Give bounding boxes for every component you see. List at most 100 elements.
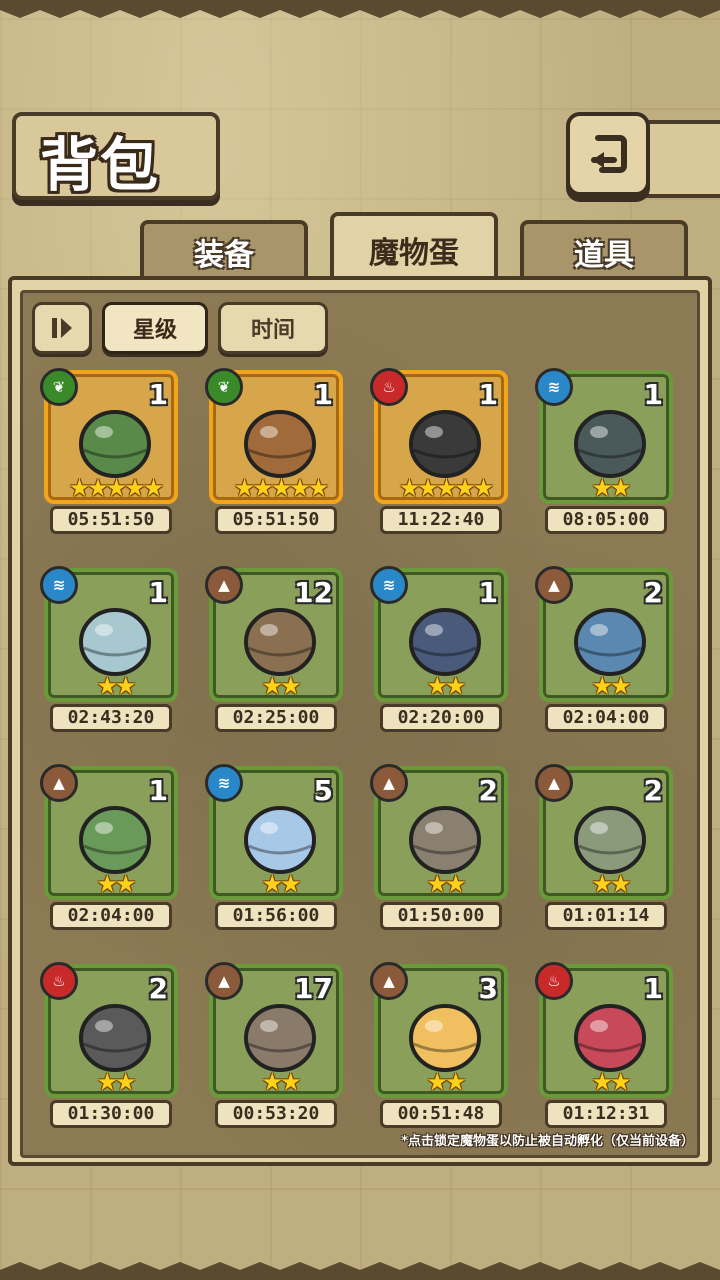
egg-card[interactable]: ≋ 1 ★★ <box>40 566 178 702</box>
hatch-timer: 01:50:00 <box>380 902 502 930</box>
monster-egg-image <box>244 1004 316 1072</box>
star-icon: ★ <box>96 870 117 898</box>
egg-slot[interactable]: ♨ 1 ★★★★★ 11:22:40 <box>370 368 534 540</box>
egg-card[interactable]: ♨ 1 ★★ <box>535 962 673 1098</box>
star-rating: ★★ <box>543 870 677 898</box>
egg-count: 1 <box>643 972 663 1005</box>
star-icon: ★ <box>270 474 292 502</box>
egg-slot[interactable]: ▲ 2 ★★ 01:01:14 <box>535 764 699 936</box>
egg-count: 12 <box>294 576 333 609</box>
egg-count: 2 <box>643 576 663 609</box>
tab-items[interactable]: 道具 <box>520 220 688 280</box>
star-icon: ★ <box>472 474 494 502</box>
egg-count: 1 <box>643 378 663 411</box>
egg-count: 2 <box>643 774 663 807</box>
bottom-border <box>0 1262 720 1280</box>
hatch-timer: 02:20:00 <box>380 704 502 732</box>
hatch-timer: 05:51:50 <box>50 506 172 534</box>
egg-card[interactable]: ▲ 2 ★★ <box>370 764 508 900</box>
fire-element-icon: ♨ <box>40 962 78 1000</box>
egg-card[interactable]: ▲ 17 ★★ <box>205 962 343 1098</box>
egg-slot[interactable]: ▲ 3 ★★ 00:51:48 <box>370 962 534 1134</box>
egg-card[interactable]: ▲ 2 ★★ <box>535 566 673 702</box>
hatch-timer: 05:51:50 <box>215 506 337 534</box>
hatch-timer: 02:04:00 <box>50 902 172 930</box>
egg-count: 2 <box>478 774 498 807</box>
sort-order-toggle[interactable] <box>32 302 92 354</box>
egg-count: 1 <box>313 378 333 411</box>
tab-monster-eggs[interactable]: 魔物蛋 <box>330 212 498 284</box>
hatch-timer: 00:51:48 <box>380 1100 502 1128</box>
tab-monster-eggs-label: 魔物蛋 <box>369 236 459 271</box>
star-icon: ★ <box>610 672 631 700</box>
star-icon: ★ <box>96 672 117 700</box>
leaf-element-icon: ❦ <box>40 368 78 406</box>
egg-slot[interactable]: ≋ 1 ★★ 02:20:00 <box>370 566 534 738</box>
sort-by-time-button[interactable]: 时间 <box>218 302 328 354</box>
star-icon: ★ <box>610 1068 631 1096</box>
star-icon: ★ <box>261 672 282 700</box>
star-icon: ★ <box>610 870 631 898</box>
star-rating: ★★ <box>213 672 347 700</box>
sort-by-star-button[interactable]: 星级 <box>102 302 208 354</box>
water-element-icon: ≋ <box>370 566 408 604</box>
egg-slot[interactable]: ≋ 5 ★★ 01:56:00 <box>205 764 369 936</box>
egg-card[interactable]: ♨ 2 ★★ <box>40 962 178 1098</box>
egg-count: 1 <box>148 378 168 411</box>
star-icon: ★ <box>398 474 420 502</box>
monster-egg-image <box>79 608 151 676</box>
egg-slot[interactable]: ▲ 2 ★★ 02:04:00 <box>535 566 699 738</box>
egg-card[interactable]: ❦ 1 ★★★★★ <box>40 368 178 504</box>
star-rating: ★★★★★ <box>213 474 347 502</box>
star-icon: ★ <box>280 870 301 898</box>
back-button[interactable] <box>566 112 650 196</box>
egg-slot[interactable]: ▲ 2 ★★ 01:50:00 <box>370 764 534 936</box>
egg-slot[interactable]: ▲ 17 ★★ 00:53:20 <box>205 962 369 1134</box>
egg-card[interactable]: ≋ 1 ★★ <box>370 566 508 702</box>
egg-slot[interactable]: ♨ 2 ★★ 01:30:00 <box>40 962 204 1134</box>
egg-slot[interactable]: ▲ 12 ★★ 02:25:00 <box>205 566 369 738</box>
earth-element-icon: ▲ <box>40 764 78 802</box>
egg-card[interactable]: ♨ 1 ★★★★★ <box>370 368 508 504</box>
monster-egg-image <box>409 1004 481 1072</box>
hatch-timer: 01:30:00 <box>50 1100 172 1128</box>
egg-card[interactable]: ▲ 12 ★★ <box>205 566 343 702</box>
earth-element-icon: ▲ <box>205 962 243 1000</box>
egg-card[interactable]: ❦ 1 ★★★★★ <box>205 368 343 504</box>
star-rating: ★★ <box>213 1068 347 1096</box>
fire-element-icon: ♨ <box>535 962 573 1000</box>
star-icon: ★ <box>591 672 612 700</box>
egg-slot[interactable]: ♨ 1 ★★ 01:12:31 <box>535 962 699 1134</box>
star-icon: ★ <box>261 870 282 898</box>
egg-card[interactable]: ▲ 1 ★★ <box>40 764 178 900</box>
monster-egg-image <box>409 806 481 874</box>
egg-slot[interactable]: ≋ 1 ★★ 08:05:00 <box>535 368 699 540</box>
egg-card[interactable]: ▲ 2 ★★ <box>535 764 673 900</box>
monster-egg-image <box>244 806 316 874</box>
egg-slot[interactable]: ≋ 1 ★★ 02:43:20 <box>40 566 204 738</box>
egg-card[interactable]: ≋ 5 ★★ <box>205 764 343 900</box>
hatch-timer: 01:56:00 <box>215 902 337 930</box>
tab-equipment[interactable]: 装备 <box>140 220 308 280</box>
hatch-timer: 02:43:20 <box>50 704 172 732</box>
star-icon: ★ <box>115 672 136 700</box>
tab-items-label: 道具 <box>574 238 634 273</box>
star-icon: ★ <box>591 474 612 502</box>
egg-count: 1 <box>478 378 498 411</box>
fire-element-icon: ♨ <box>370 368 408 406</box>
star-icon: ★ <box>591 1068 612 1096</box>
star-icon: ★ <box>445 870 466 898</box>
earth-element-icon: ▲ <box>535 566 573 604</box>
egg-slot[interactable]: ❦ 1 ★★★★★ 05:51:50 <box>40 368 204 540</box>
star-rating: ★★ <box>48 870 182 898</box>
monster-egg-image <box>244 608 316 676</box>
star-icon: ★ <box>252 474 273 502</box>
earth-element-icon: ▲ <box>205 566 243 604</box>
star-rating: ★★ <box>543 474 677 502</box>
earth-element-icon: ▲ <box>535 764 573 802</box>
star-icon: ★ <box>454 474 475 502</box>
egg-slot[interactable]: ❦ 1 ★★★★★ 05:51:50 <box>205 368 369 540</box>
egg-slot[interactable]: ▲ 1 ★★ 02:04:00 <box>40 764 204 936</box>
egg-card[interactable]: ≋ 1 ★★ <box>535 368 673 504</box>
egg-card[interactable]: ▲ 3 ★★ <box>370 962 508 1098</box>
